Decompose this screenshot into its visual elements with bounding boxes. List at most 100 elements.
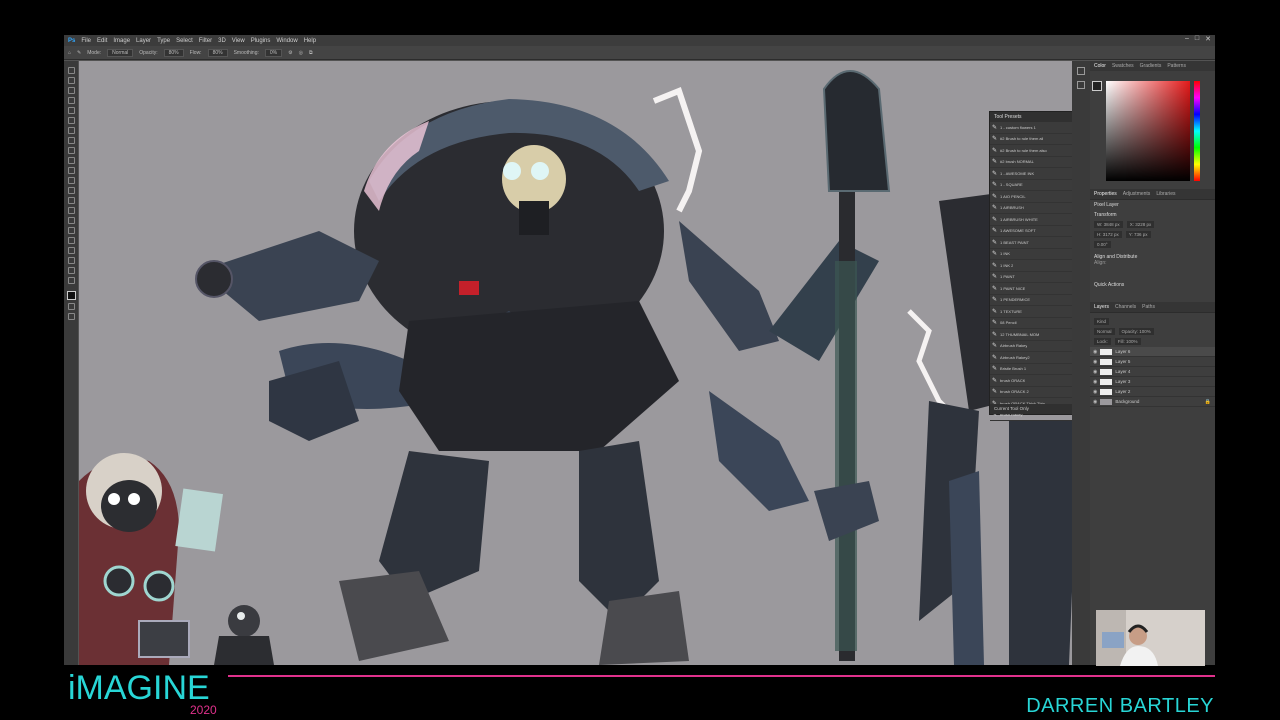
smoothing-field[interactable]: 0% bbox=[264, 48, 283, 57]
foreground-background-swatch[interactable] bbox=[1092, 81, 1102, 91]
current-tool-only-checkbox[interactable]: Current Tool Only bbox=[990, 404, 1083, 414]
dodge-tool-icon[interactable] bbox=[67, 207, 75, 214]
menu-file[interactable]: File bbox=[81, 38, 91, 44]
eye-icon[interactable]: ◉ bbox=[1093, 389, 1097, 395]
quick-select-tool-icon[interactable] bbox=[67, 97, 75, 104]
preset-item[interactable]: ✎ 1 AIRBRUSH WHITE bbox=[990, 214, 1083, 226]
layer-row[interactable]: ◉ Layer 2 bbox=[1090, 387, 1215, 397]
transform-title[interactable]: Transform bbox=[1094, 212, 1211, 218]
gradient-tool-icon[interactable] bbox=[67, 187, 75, 194]
preset-item[interactable]: ✎ #2 brush NORMAL bbox=[990, 157, 1083, 168]
y-field[interactable]: Y: 736 px bbox=[1125, 231, 1151, 238]
tab-swatches[interactable]: Swatches bbox=[1112, 63, 1134, 69]
canvas[interactable]: Tool Presets ✎ 1 - custom flowers 1 ✎ #2 B… bbox=[79, 61, 1087, 665]
photoshop-logo-icon[interactable]: Ps bbox=[68, 38, 75, 44]
lasso-tool-icon[interactable] bbox=[67, 87, 75, 94]
tab-patterns[interactable]: Patterns bbox=[1167, 63, 1186, 69]
quick-actions-title[interactable]: Quick Actions bbox=[1094, 282, 1211, 288]
blend-mode-select[interactable]: Normal bbox=[1094, 328, 1115, 335]
hand-tool-icon[interactable] bbox=[67, 257, 75, 264]
layer-opacity-field[interactable]: Opacity: 100% bbox=[1118, 328, 1154, 335]
tool-presets-panel-icon[interactable] bbox=[1077, 81, 1085, 89]
x-field[interactable]: X: 3228 px bbox=[1126, 221, 1155, 228]
move-tool-icon[interactable] bbox=[67, 67, 75, 74]
eye-icon[interactable]: ◉ bbox=[1093, 379, 1097, 385]
maximize-icon[interactable]: □ bbox=[1195, 35, 1199, 43]
preset-item[interactable]: ✎ brush ORACK bbox=[990, 375, 1083, 387]
minimize-icon[interactable]: – bbox=[1185, 35, 1189, 43]
stamp-tool-icon[interactable] bbox=[67, 157, 75, 164]
width-field[interactable]: W: 3848 px bbox=[1094, 221, 1123, 228]
preset-item[interactable]: ✎ 1 PAINT bbox=[990, 272, 1083, 283]
brush-tool-icon[interactable]: ✎ bbox=[77, 50, 81, 56]
history-brush-tool-icon[interactable] bbox=[67, 167, 75, 174]
eye-icon[interactable]: ◉ bbox=[1093, 349, 1097, 355]
menu-edit[interactable]: Edit bbox=[97, 38, 107, 44]
marquee-tool-icon[interactable] bbox=[67, 77, 75, 84]
opacity-field[interactable]: 80% bbox=[163, 48, 184, 57]
tab-adjustments[interactable]: Adjustments bbox=[1123, 191, 1151, 197]
hue-slider[interactable] bbox=[1194, 81, 1200, 181]
tab-gradients[interactable]: Gradients bbox=[1140, 63, 1162, 69]
eye-icon[interactable]: ◉ bbox=[1093, 359, 1097, 365]
preset-item[interactable]: ✎ brush ORACK 2 bbox=[990, 387, 1083, 398]
menu-image[interactable]: Image bbox=[113, 38, 130, 44]
eye-icon[interactable]: ◉ bbox=[1093, 399, 1097, 405]
quick-mask-icon[interactable] bbox=[67, 303, 75, 310]
preset-item[interactable]: ✎ 1 - SQUARE bbox=[990, 180, 1083, 191]
menu-select[interactable]: Select bbox=[176, 38, 193, 44]
color-field[interactable] bbox=[1106, 81, 1190, 181]
preset-item[interactable]: ✎ 1 PENDERMICE bbox=[990, 295, 1083, 306]
brush-tool-icon[interactable] bbox=[67, 147, 75, 154]
fill-field[interactable]: Fill: 100% bbox=[1114, 338, 1141, 345]
preset-item[interactable]: ✎ 12 THUMBNAIL MOM bbox=[990, 329, 1083, 341]
preset-item[interactable]: ✎ 1 PAINT NICE bbox=[990, 283, 1083, 295]
gear-icon[interactable]: ⚙ bbox=[288, 50, 292, 56]
menu-window[interactable]: Window bbox=[276, 38, 297, 44]
preset-item[interactable]: ✎ #2 Brush to rule them also bbox=[990, 145, 1083, 157]
menu-view[interactable]: View bbox=[232, 38, 245, 44]
layer-row[interactable]: ◉ Layer 6 bbox=[1090, 347, 1215, 357]
mode-select[interactable]: Normal bbox=[107, 48, 134, 57]
preset-item[interactable]: ✎ 1 AIO PENCIL bbox=[990, 191, 1083, 203]
menu-plugins[interactable]: Plugins bbox=[251, 38, 271, 44]
eye-icon[interactable]: ◉ bbox=[1093, 369, 1097, 375]
menu-filter[interactable]: Filter bbox=[199, 38, 212, 44]
eyedropper-tool-icon[interactable] bbox=[67, 127, 75, 134]
pen-tool-icon[interactable] bbox=[67, 217, 75, 224]
preset-item[interactable]: ✎ Airbrush Rakey2 bbox=[990, 352, 1083, 364]
tab-channels[interactable]: Channels bbox=[1115, 304, 1136, 310]
preset-item[interactable]: ✎ 1 - custom flowers 1 bbox=[990, 122, 1083, 134]
symmetry-icon[interactable]: ⧉ bbox=[309, 50, 313, 56]
preset-item[interactable]: ✎ 1 INK bbox=[990, 249, 1083, 260]
height-field[interactable]: H: 3172 px bbox=[1094, 231, 1122, 238]
type-tool-icon[interactable] bbox=[67, 227, 75, 234]
preset-item[interactable]: ✎ #2 Brush to rule them all bbox=[990, 134, 1083, 145]
tab-layers[interactable]: Layers bbox=[1094, 304, 1109, 310]
screen-mode-icon[interactable] bbox=[67, 313, 75, 320]
layer-row[interactable]: ◉ Layer 4 bbox=[1090, 367, 1215, 377]
menu-layer[interactable]: Layer bbox=[136, 38, 151, 44]
frame-tool-icon[interactable] bbox=[67, 117, 75, 124]
preset-item[interactable]: ✎ 1 INK 2 bbox=[990, 260, 1083, 272]
tab-color[interactable]: Color bbox=[1094, 63, 1106, 69]
history-panel-icon[interactable] bbox=[1077, 67, 1085, 75]
menu-type[interactable]: Type bbox=[157, 38, 170, 44]
crop-tool-icon[interactable] bbox=[67, 107, 75, 114]
shape-tool-icon[interactable] bbox=[67, 247, 75, 254]
more-tools-icon[interactable] bbox=[67, 277, 75, 284]
menu-help[interactable]: Help bbox=[304, 38, 316, 44]
tab-libraries[interactable]: Libraries bbox=[1156, 191, 1175, 197]
close-icon[interactable]: ✕ bbox=[1205, 35, 1211, 43]
flow-field[interactable]: 80% bbox=[207, 48, 228, 57]
pressure-icon[interactable]: ◎ bbox=[299, 50, 303, 56]
preset-item[interactable]: ✎ Airbrush Rakey bbox=[990, 341, 1083, 352]
layer-row[interactable]: ◉ Layer 3 bbox=[1090, 377, 1215, 387]
menu-3d[interactable]: 3D bbox=[218, 38, 226, 44]
layer-filter-kind[interactable]: Kind bbox=[1094, 318, 1110, 325]
preset-item[interactable]: ✎ 1 BEAST PAINT bbox=[990, 237, 1083, 249]
layer-row[interactable]: ◉ Layer 5 bbox=[1090, 357, 1215, 367]
preset-item[interactable]: ✎ 08 Pencil bbox=[990, 318, 1083, 329]
blur-tool-icon[interactable] bbox=[67, 197, 75, 204]
layer-row[interactable]: ◉ Background 🔒 bbox=[1090, 397, 1215, 407]
